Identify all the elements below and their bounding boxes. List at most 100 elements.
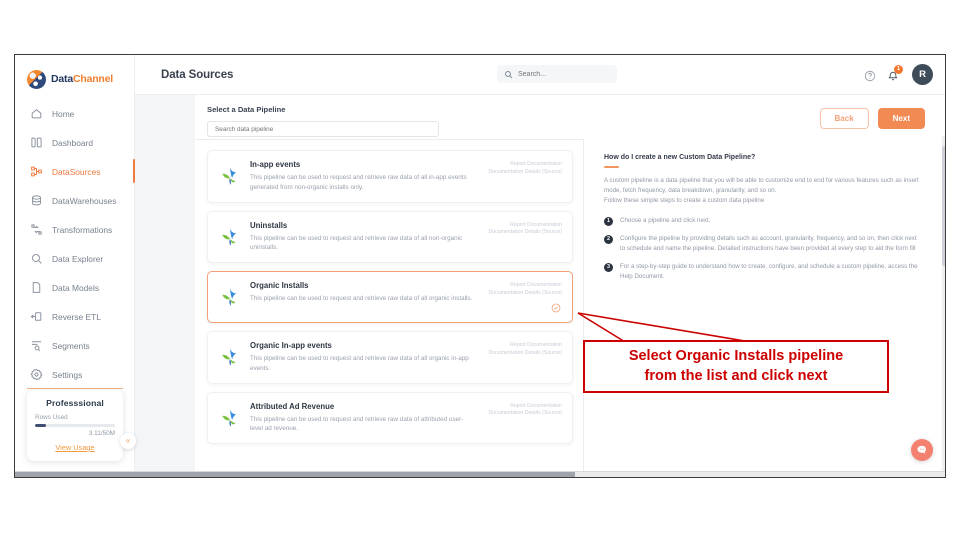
- avatar[interactable]: R: [912, 64, 933, 85]
- sidebar-nav: Home Dashboard DataSources DataWarehouse…: [15, 103, 135, 385]
- horizontal-scrollbar[interactable]: [15, 471, 945, 477]
- documentation-details-link[interactable]: Documentation Details (Source): [488, 169, 562, 177]
- dashboard-icon: [31, 137, 42, 148]
- pipeline-card[interactable]: Organic In-app events This pipeline can …: [207, 331, 573, 384]
- sidebar-item-home[interactable]: Home: [15, 103, 134, 124]
- datachannel-logo-icon: [27, 69, 46, 89]
- sidebar-item-segments[interactable]: Segments: [15, 335, 134, 356]
- annotation-callout: Select Organic Installs pipeline from th…: [583, 340, 889, 393]
- sidebar-item-label: Home: [52, 108, 75, 119]
- help-steps: 1 Choose a pipeline and click next. 2 Co…: [604, 216, 923, 282]
- back-button[interactable]: Back: [819, 108, 869, 129]
- pipeline-search-input[interactable]: [215, 125, 431, 133]
- rows-used-progress: [35, 423, 115, 427]
- pipeline-leaf-icon: [222, 288, 237, 306]
- notifications-button[interactable]: 1: [887, 64, 903, 81]
- sidebar-item-dashboard[interactable]: Dashboard: [15, 132, 134, 153]
- pipeline-name: Attributed Ad Revenue: [250, 401, 335, 411]
- help-step: 2 Configure the pipeline by providing de…: [604, 234, 923, 254]
- support-chat-button[interactable]: [911, 439, 933, 461]
- documentation-details-link[interactable]: Documentation Details (Source): [488, 350, 562, 358]
- report-documentation-link[interactable]: Report Documentation: [488, 403, 562, 411]
- global-search[interactable]: [497, 65, 617, 83]
- plan-name: Professsional: [46, 397, 104, 408]
- scrollbar-thumb[interactable]: [942, 146, 945, 266]
- pipeline-links: Report Documentation Documentation Detai…: [488, 222, 562, 238]
- documentation-details-link[interactable]: Documentation Details (Source): [488, 229, 562, 237]
- step-number: 3: [604, 262, 613, 272]
- pipeline-links: Report Documentation Documentation Detai…: [488, 403, 562, 419]
- datasources-icon: [31, 166, 42, 177]
- pipeline-description: This pipeline can be used to request and…: [250, 174, 467, 191]
- plan-card: Professsional Rows Used 3.11/50M View Us…: [27, 389, 123, 461]
- sidebar-collapse-button[interactable]: «: [120, 433, 136, 449]
- sidebar-item-label: Data Models: [52, 282, 100, 293]
- view-usage-link[interactable]: View Usage: [35, 443, 115, 452]
- help-underline: [604, 166, 619, 168]
- sidebar-item-label: Segments: [52, 340, 90, 351]
- report-documentation-link[interactable]: Report Documentation: [488, 222, 562, 230]
- pipeline-card[interactable]: Uninstalls This pipeline can be used to …: [207, 210, 573, 263]
- help-title: How do I create a new Custom Data Pipeli…: [604, 154, 756, 161]
- gear-icon: [30, 368, 43, 381]
- pipeline-name: In-app events: [250, 160, 301, 169]
- sidebar-item-label: DataSources: [52, 166, 101, 177]
- next-button[interactable]: Next: [877, 108, 925, 129]
- brand-name-part1: Data: [51, 73, 73, 85]
- sidebar-item-label: Data Explorer: [52, 253, 104, 264]
- sidebar-item-label: Reverse ETL: [52, 311, 101, 322]
- help-paragraph: A custom pipeline is a data pipeline tha…: [604, 176, 923, 206]
- transformations-icon: [31, 224, 42, 235]
- sidebar-item-label: Dashboard: [52, 137, 93, 148]
- sidebar-item-transformations[interactable]: Transformations: [15, 219, 134, 240]
- screenshot-root: DataChannel Home Dashboard DataSources D…: [0, 0, 960, 540]
- pipeline-card[interactable]: Attributed Ad Revenue This pipeline can …: [207, 391, 573, 444]
- home-icon: [31, 109, 42, 119]
- help-panel: How do I create a new Custom Data Pipeli…: [584, 142, 945, 477]
- pipeline-name: Organic In-app events: [250, 341, 332, 350]
- selected-check-icon: [551, 303, 561, 313]
- sidebar-item-datasources[interactable]: DataSources: [15, 159, 135, 183]
- pipeline-panel: Select a Data Pipeline Back Next In-app …: [195, 95, 945, 477]
- pipeline-card[interactable]: Organic Installs This pipeline can be us…: [207, 271, 573, 323]
- pipeline-leaf-icon: [222, 167, 237, 185]
- reverse-etl-icon: [30, 312, 42, 321]
- pipeline-search[interactable]: [207, 121, 439, 137]
- database-icon: [31, 195, 42, 206]
- notification-badge: 1: [894, 64, 903, 74]
- sidebar: DataChannel Home Dashboard DataSources D…: [15, 55, 136, 477]
- report-documentation-link[interactable]: Report Documentation: [488, 342, 562, 350]
- step-number: 1: [604, 216, 613, 226]
- help-step: 3 For a step-by-step guide to understand…: [604, 262, 923, 282]
- sidebar-item-data-explorer[interactable]: Data Explorer: [15, 248, 134, 269]
- sidebar-item-data-models[interactable]: Data Models: [15, 277, 134, 298]
- documentation-details-link[interactable]: Documentation Details (Source): [488, 290, 562, 298]
- vertical-scrollbar[interactable]: [942, 136, 945, 477]
- step-number: 2: [604, 234, 613, 244]
- pipeline-card[interactable]: In-app events This pipeline can be used …: [207, 150, 573, 203]
- plan-divider: [27, 387, 123, 389]
- search-input[interactable]: [518, 70, 610, 78]
- pipeline-leaf-icon: [222, 348, 237, 366]
- report-documentation-link[interactable]: Report Documentation: [488, 282, 562, 290]
- sidebar-item-label: DataWarehouses: [52, 195, 117, 206]
- pipeline-leaf-icon: [222, 227, 237, 246]
- help-button[interactable]: [864, 69, 876, 81]
- sidebar-item-datawarehouses[interactable]: DataWarehouses: [15, 190, 134, 211]
- sidebar-item-settings[interactable]: Settings: [15, 364, 134, 385]
- scrollbar-thumb-horizontal[interactable]: [15, 472, 575, 477]
- rows-used-label: Rows Used: [35, 413, 68, 421]
- sidebar-item-label: Transformations: [52, 224, 113, 235]
- wizard-actions: Back Next: [819, 108, 925, 129]
- pipeline-description: This pipeline can be used to request and…: [250, 355, 469, 372]
- search-icon: [505, 70, 513, 78]
- brand-logo[interactable]: DataChannel: [15, 55, 134, 91]
- pipeline-name: Organic Installs: [250, 281, 309, 290]
- pipeline-leaf-icon: [222, 408, 237, 427]
- sidebar-item-reverse-etl[interactable]: Reverse ETL: [15, 306, 134, 327]
- help-circle-icon: [864, 70, 876, 81]
- pipeline-links: Report Documentation Documentation Detai…: [488, 282, 562, 298]
- pipeline-links: Report Documentation Documentation Detai…: [488, 342, 562, 358]
- documentation-details-link[interactable]: Documentation Details (Source): [488, 410, 562, 418]
- report-documentation-link[interactable]: Report Documentation: [488, 161, 562, 169]
